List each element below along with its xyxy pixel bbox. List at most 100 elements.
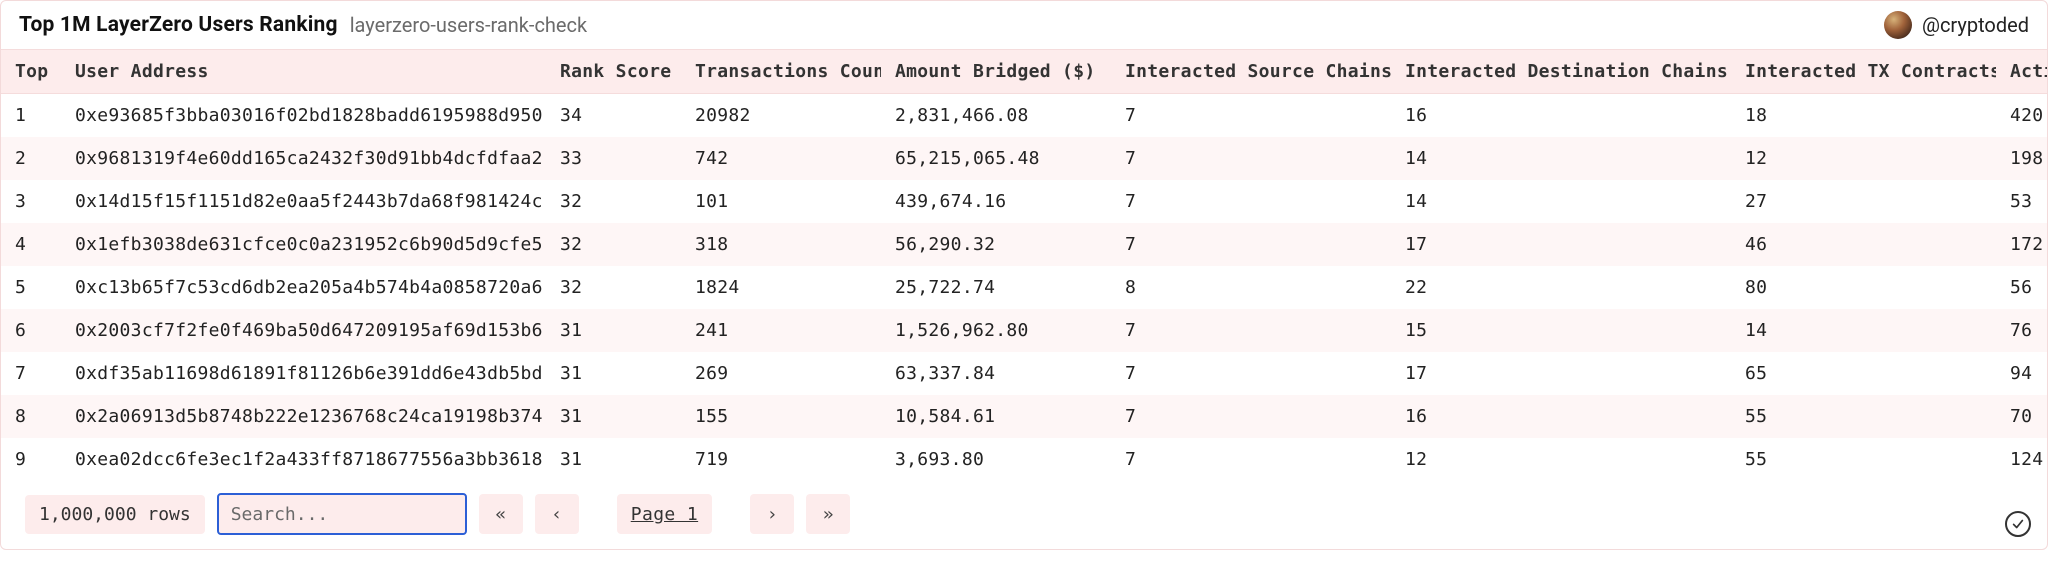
cell-rank: 32 bbox=[546, 223, 681, 266]
cell-tx: 742 bbox=[681, 137, 881, 180]
cell-amt: 65,215,065.48 bbox=[881, 137, 1111, 180]
page-next-button[interactable]: › bbox=[750, 494, 794, 534]
cell-rank: 31 bbox=[546, 438, 681, 481]
cell-dst: 16 bbox=[1391, 395, 1731, 438]
cell-act: 124 bbox=[1996, 438, 2048, 481]
table-header-row: Top User Address Rank Score Transactions… bbox=[1, 50, 2048, 94]
cell-top: 1 bbox=[1, 94, 61, 138]
table-footer: 1,000,000 rows « ‹ Page 1 › » bbox=[1, 481, 2047, 549]
table-row[interactable]: 50xc13b65f7c53cd6db2ea205a4b574b4a085872… bbox=[1, 266, 2048, 309]
cell-dst: 15 bbox=[1391, 309, 1731, 352]
cell-addr: 0x2003cf7f2fe0f469ba50d647209195af69d153… bbox=[61, 309, 546, 352]
cell-ctr: 55 bbox=[1731, 395, 1996, 438]
chevron-left-icon: ‹ bbox=[551, 504, 562, 525]
cell-dst: 17 bbox=[1391, 223, 1731, 266]
cell-tx: 241 bbox=[681, 309, 881, 352]
cell-amt: 63,337.84 bbox=[881, 352, 1111, 395]
cell-amt: 439,674.16 bbox=[881, 180, 1111, 223]
chevron-right-icon: › bbox=[767, 504, 778, 525]
cell-amt: 2,831,466.08 bbox=[881, 94, 1111, 138]
cell-src: 7 bbox=[1111, 223, 1391, 266]
cell-rank: 31 bbox=[546, 309, 681, 352]
cell-src: 7 bbox=[1111, 180, 1391, 223]
cell-act: 76 bbox=[1996, 309, 2048, 352]
cell-addr: 0xea02dcc6fe3ec1f2a433ff8718677556a3bb36… bbox=[61, 438, 546, 481]
cell-dst: 12 bbox=[1391, 438, 1731, 481]
cell-src: 7 bbox=[1111, 309, 1391, 352]
cell-ctr: 14 bbox=[1731, 309, 1996, 352]
ranking-table: Top User Address Rank Score Transactions… bbox=[1, 49, 2048, 481]
row-count-badge: 1,000,000 rows bbox=[25, 495, 205, 534]
cell-top: 5 bbox=[1, 266, 61, 309]
cell-top: 2 bbox=[1, 137, 61, 180]
cell-act: 198 bbox=[1996, 137, 2048, 180]
col-header-amt[interactable]: Amount Bridged ($) bbox=[881, 50, 1111, 94]
cell-addr: 0xc13b65f7c53cd6db2ea205a4b574b4a0858720… bbox=[61, 266, 546, 309]
cell-act: 70 bbox=[1996, 395, 2048, 438]
cell-rank: 31 bbox=[546, 352, 681, 395]
panel-title: Top 1M LayerZero Users Ranking bbox=[19, 13, 338, 37]
col-header-src[interactable]: Interacted Source Chains bbox=[1111, 50, 1391, 94]
cell-top: 3 bbox=[1, 180, 61, 223]
cell-addr: 0x1efb3038de631cfce0c0a231952c6b90d5d9cf… bbox=[61, 223, 546, 266]
table-row[interactable]: 70xdf35ab11698d61891f81126b6e391dd6e43db… bbox=[1, 352, 2048, 395]
cell-rank: 32 bbox=[546, 180, 681, 223]
cell-top: 4 bbox=[1, 223, 61, 266]
cell-ctr: 18 bbox=[1731, 94, 1996, 138]
cell-act: 56 bbox=[1996, 266, 2048, 309]
cell-rank: 33 bbox=[546, 137, 681, 180]
cell-top: 7 bbox=[1, 352, 61, 395]
cell-act: 420 bbox=[1996, 94, 2048, 138]
cell-src: 7 bbox=[1111, 94, 1391, 138]
search-input[interactable] bbox=[217, 493, 467, 535]
table-row[interactable]: 60x2003cf7f2fe0f469ba50d647209195af69d15… bbox=[1, 309, 2048, 352]
cell-dst: 17 bbox=[1391, 352, 1731, 395]
col-header-dst[interactable]: Interacted Destination Chains bbox=[1391, 50, 1731, 94]
cell-tx: 269 bbox=[681, 352, 881, 395]
cell-rank: 31 bbox=[546, 395, 681, 438]
cell-ctr: 80 bbox=[1731, 266, 1996, 309]
table-row[interactable]: 20x9681319f4e60dd165ca2432f30d91bb4dcfdf… bbox=[1, 137, 2048, 180]
page-last-button[interactable]: » bbox=[806, 494, 850, 534]
col-header-top[interactable]: Top bbox=[1, 50, 61, 94]
cell-addr: 0xe93685f3bba03016f02bd1828badd6195988d9… bbox=[61, 94, 546, 138]
table-row[interactable]: 80x2a06913d5b8748b222e1236768c24ca19198b… bbox=[1, 395, 2048, 438]
col-header-ctr[interactable]: Interacted TX Contracts bbox=[1731, 50, 1996, 94]
cell-amt: 1,526,962.80 bbox=[881, 309, 1111, 352]
cell-top: 9 bbox=[1, 438, 61, 481]
cell-amt: 3,693.80 bbox=[881, 438, 1111, 481]
cell-dst: 14 bbox=[1391, 137, 1731, 180]
cell-addr: 0x14d15f15f1151d82e0aa5f2443b7da68f98142… bbox=[61, 180, 546, 223]
col-header-rank[interactable]: Rank Score bbox=[546, 50, 681, 94]
table-row[interactable]: 40x1efb3038de631cfce0c0a231952c6b90d5d9c… bbox=[1, 223, 2048, 266]
col-header-addr[interactable]: User Address bbox=[61, 50, 546, 94]
cell-top: 6 bbox=[1, 309, 61, 352]
table-row[interactable]: 10xe93685f3bba03016f02bd1828badd6195988d… bbox=[1, 94, 2048, 138]
page-prev-button[interactable]: ‹ bbox=[535, 494, 579, 534]
table-body: 10xe93685f3bba03016f02bd1828badd6195988d… bbox=[1, 94, 2048, 482]
page-indicator[interactable]: Page 1 bbox=[617, 494, 712, 534]
cell-rank: 34 bbox=[546, 94, 681, 138]
cell-act: 53 bbox=[1996, 180, 2048, 223]
cell-tx: 20982 bbox=[681, 94, 881, 138]
double-chevron-right-icon: » bbox=[823, 504, 834, 525]
col-header-act[interactable]: Acti bbox=[1996, 50, 2048, 94]
avatar[interactable] bbox=[1884, 11, 1912, 39]
table-row[interactable]: 90xea02dcc6fe3ec1f2a433ff8718677556a3bb3… bbox=[1, 438, 2048, 481]
cell-src: 7 bbox=[1111, 352, 1391, 395]
cell-addr: 0x2a06913d5b8748b222e1236768c24ca19198b3… bbox=[61, 395, 546, 438]
cell-tx: 318 bbox=[681, 223, 881, 266]
author-handle[interactable]: @cryptoded bbox=[1922, 13, 2029, 37]
table-panel: Top 1M LayerZero Users Ranking layerzero… bbox=[0, 0, 2048, 550]
cell-ctr: 12 bbox=[1731, 137, 1996, 180]
cell-dst: 14 bbox=[1391, 180, 1731, 223]
table-row[interactable]: 30x14d15f15f1151d82e0aa5f2443b7da68f9814… bbox=[1, 180, 2048, 223]
cell-src: 8 bbox=[1111, 266, 1391, 309]
cell-tx: 101 bbox=[681, 180, 881, 223]
col-header-tx[interactable]: Transactions Count bbox=[681, 50, 881, 94]
cell-amt: 10,584.61 bbox=[881, 395, 1111, 438]
page-first-button[interactable]: « bbox=[479, 494, 523, 534]
cell-ctr: 46 bbox=[1731, 223, 1996, 266]
cell-src: 7 bbox=[1111, 395, 1391, 438]
check-circle-icon[interactable] bbox=[2005, 511, 2031, 537]
